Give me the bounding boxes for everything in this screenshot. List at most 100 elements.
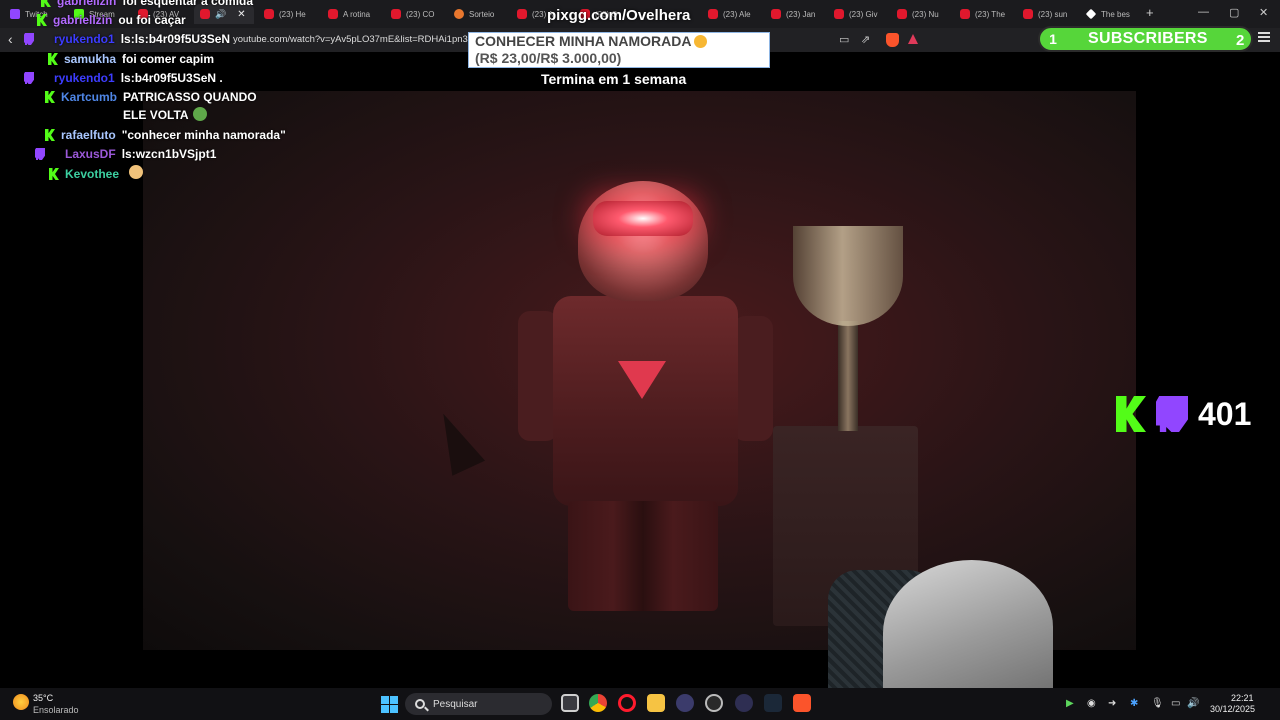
chat-message: gabriellzin ou foi caçar bbox=[37, 11, 186, 29]
chat-message: rafaelfuto "conhecer minha namorada" bbox=[45, 126, 286, 144]
twitch-logo-icon bbox=[1156, 396, 1188, 432]
app-icon[interactable] bbox=[735, 694, 753, 712]
minimize-icon[interactable]: — bbox=[1198, 6, 1209, 18]
tab-sorteio[interactable]: Sorteio bbox=[454, 4, 510, 24]
donation-goal-box: CONHECER MINHA NAMORADA (R$ 23,00/R$ 3.0… bbox=[468, 32, 770, 68]
webcam-overlay bbox=[828, 560, 1058, 700]
chat-message: Kartcumb PATRICASSO QUANDO ELE VOLTA bbox=[45, 88, 285, 124]
tab-youtube[interactable]: (23) Ale bbox=[708, 4, 764, 24]
youtube-icon bbox=[1023, 9, 1033, 19]
clock-time[interactable]: 22:21 bbox=[1231, 693, 1254, 703]
wall-shadow bbox=[427, 406, 485, 476]
bluetooth-icon[interactable]: ✱ bbox=[1130, 698, 1138, 709]
chat-overlay: gabriellzin foi esquentar a comida gabri… bbox=[0, 0, 300, 200]
app-icon[interactable] bbox=[705, 694, 723, 712]
brave-rewards-icon[interactable] bbox=[908, 34, 918, 44]
windows-start-icon[interactable] bbox=[381, 696, 398, 713]
tab-youtube[interactable]: (23) CO bbox=[391, 4, 447, 24]
trophy-stem bbox=[838, 321, 858, 431]
tab-youtube[interactable]: (23) Jan bbox=[771, 4, 827, 24]
diamond-icon bbox=[1086, 8, 1097, 20]
youtube-icon bbox=[517, 9, 527, 19]
task-view-icon[interactable] bbox=[561, 694, 579, 712]
tab-youtube[interactable]: A rotina bbox=[328, 4, 384, 24]
tab-youtube[interactable]: (23) Giv bbox=[834, 4, 890, 24]
youtube-icon bbox=[708, 9, 718, 19]
twitch-badge-icon bbox=[24, 72, 34, 84]
tray-arrow-icon[interactable]: ➜ bbox=[1108, 698, 1116, 709]
maximize-icon[interactable]: ▢ bbox=[1229, 6, 1239, 19]
network-icon[interactable]: ▭ bbox=[1171, 698, 1180, 709]
weather-sun-icon[interactable] bbox=[13, 694, 29, 710]
cast-icon[interactable]: ▭ bbox=[839, 33, 849, 46]
kick-badge-icon bbox=[49, 168, 59, 180]
twitch-badge-icon bbox=[24, 33, 34, 45]
weather-temperature[interactable]: 35°C bbox=[33, 693, 53, 703]
heart-eyes-emoji-icon bbox=[694, 35, 708, 48]
close-window-icon[interactable]: ✕ bbox=[1259, 6, 1268, 19]
app-icon[interactable] bbox=[676, 694, 694, 712]
pointing-hand-emoji-icon bbox=[129, 165, 144, 179]
clock-date[interactable]: 30/12/2025 bbox=[1210, 704, 1255, 714]
robot-visor-light bbox=[593, 201, 693, 236]
youtube-icon bbox=[897, 9, 907, 19]
robot-arm-left bbox=[518, 311, 558, 441]
new-tab-icon[interactable]: + bbox=[1146, 5, 1154, 20]
chat-message: gabriellzin foi esquentar a comida bbox=[41, 0, 253, 10]
search-icon bbox=[415, 699, 425, 709]
chat-message: samukha foi comer capim bbox=[48, 50, 214, 68]
pepe-emote-icon bbox=[192, 107, 207, 121]
youtube-icon bbox=[834, 9, 844, 19]
kick-badge-icon bbox=[45, 91, 55, 103]
steam-icon[interactable] bbox=[764, 694, 782, 712]
robot-head bbox=[578, 181, 708, 301]
tab-youtube[interactable]: (23) The bbox=[960, 4, 1016, 24]
chat-message: LaxusDF ls:wzcn1bVSjpt1 bbox=[35, 145, 216, 163]
youtube-icon bbox=[960, 9, 970, 19]
chat-message: ryukendo1 ls:b4r09f5U3SeN . bbox=[24, 69, 223, 87]
tab-youtube[interactable]: (23) sun bbox=[1023, 4, 1079, 24]
robot-body bbox=[553, 296, 738, 506]
subscribers-right-value: 2 bbox=[1236, 32, 1245, 49]
play-icon[interactable]: ▶ bbox=[1066, 698, 1074, 709]
youtube-icon bbox=[771, 9, 781, 19]
robot-arm-right bbox=[733, 316, 773, 441]
pix-link-title: pixgg.com/Ovelhera bbox=[547, 7, 691, 24]
goal-title: CONHECER MINHA NAMORADA bbox=[475, 33, 692, 49]
kick-badge-icon bbox=[37, 14, 47, 26]
tab-youtube[interactable]: (23) Nu bbox=[897, 4, 953, 24]
browser-menu-icon[interactable] bbox=[1258, 32, 1270, 42]
share-icon[interactable]: ⇗ bbox=[861, 33, 870, 46]
subscribers-count: 1 bbox=[1049, 31, 1057, 47]
sorteio-icon bbox=[454, 9, 464, 19]
trophy-cup bbox=[793, 226, 903, 326]
taskbar-search[interactable]: Pesquisar bbox=[405, 693, 552, 715]
brave-shield-icon[interactable] bbox=[886, 33, 899, 47]
volume-icon[interactable]: 🔊 bbox=[1187, 698, 1199, 709]
kick-logo-icon bbox=[1116, 396, 1146, 432]
kick-badge-icon bbox=[45, 129, 55, 141]
viewer-count-widget: 401 bbox=[1116, 394, 1251, 434]
goal-progress-text: (R$ 23,00/R$ 3.000,00) bbox=[475, 50, 622, 66]
robot-legs bbox=[568, 501, 718, 611]
opera-icon[interactable] bbox=[618, 694, 636, 712]
youtube-icon bbox=[328, 9, 338, 19]
youtube-icon bbox=[391, 9, 401, 19]
brave-icon[interactable] bbox=[793, 694, 811, 712]
subscribers-widget: 1 SUBSCRIBERS bbox=[1038, 26, 1253, 52]
chrome-icon[interactable] bbox=[589, 694, 607, 712]
robot-chest-triangle bbox=[618, 361, 666, 399]
file-explorer-icon[interactable] bbox=[647, 694, 665, 712]
tray-app-icon[interactable]: ◉ bbox=[1087, 698, 1096, 709]
kick-badge-icon bbox=[48, 53, 58, 65]
viewer-count: 401 bbox=[1198, 395, 1252, 432]
chat-message: ryukendo1 ls:ls:b4r09f5U3SeN bbox=[24, 30, 230, 48]
blanket bbox=[883, 560, 1053, 700]
tab-the-best[interactable]: The bes bbox=[1086, 4, 1142, 24]
chat-message: Kevothee bbox=[49, 165, 144, 183]
weather-description[interactable]: Ensolarado bbox=[33, 705, 79, 715]
microphone-icon[interactable]: 🎙 bbox=[1151, 698, 1164, 709]
subscribers-label: SUBSCRIBERS bbox=[1088, 30, 1208, 47]
goal-ends-text: Termina em 1 semana bbox=[541, 71, 687, 87]
twitch-badge-icon bbox=[35, 148, 45, 160]
